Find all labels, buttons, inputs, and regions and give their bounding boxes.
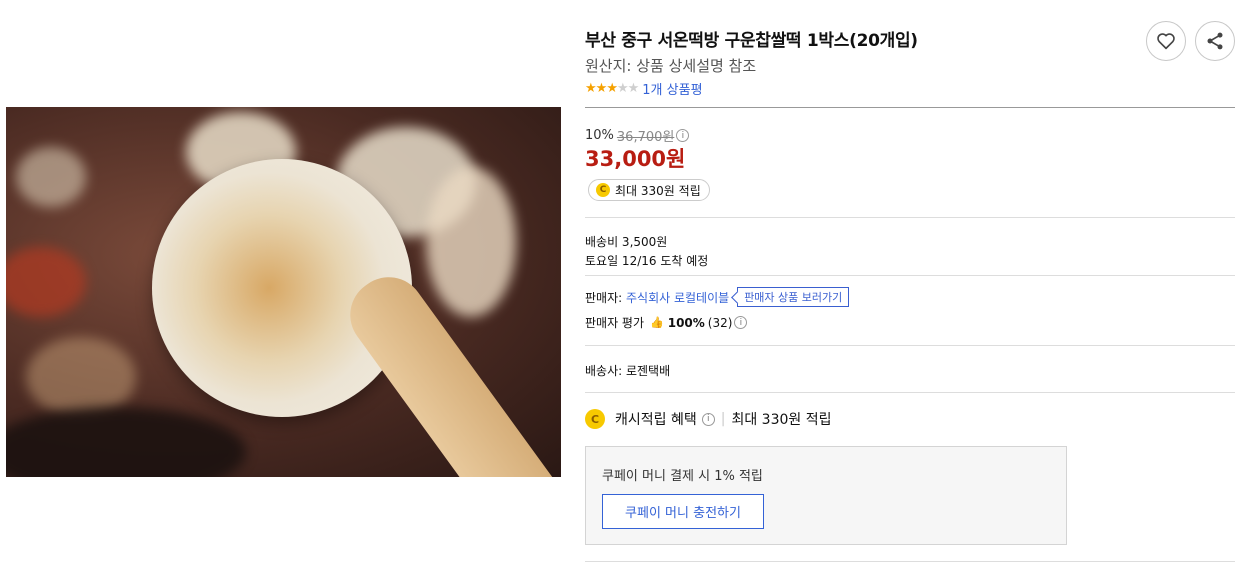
- info-icon[interactable]: i: [734, 316, 748, 329]
- points-text: 최대 330원 적립: [615, 183, 701, 198]
- arrival-date: 토요일 12/16 도착 예정: [585, 254, 709, 268]
- shipping-fee: 배송비 3,500원: [585, 235, 668, 249]
- info-icon[interactable]: i: [701, 412, 715, 426]
- star-empty-icon: ★: [627, 81, 640, 96]
- seller-rating-label: 판매자 평가: [585, 316, 645, 330]
- product-origin: 원산지: 상품 상세설명 참조: [585, 57, 757, 75]
- coupay-text: 쿠페이 머니 결제 시 1% 적립: [602, 469, 763, 484]
- seller-products-button[interactable]: 판매자 상품 보러가기: [737, 287, 850, 307]
- seller-name-link[interactable]: 주식회사 로컬테이블: [626, 289, 729, 306]
- coupay-box: 쿠페이 머니 결제 시 1% 적립 쿠페이 머니 충전하기: [585, 446, 1067, 545]
- coin-icon: C: [585, 409, 605, 429]
- divider: [585, 275, 1235, 276]
- cash-benefit-row: C 캐시적립 혜택 i | 최대 330원 적립: [585, 409, 831, 429]
- discount-rate: 10%: [585, 128, 614, 143]
- divider: [585, 345, 1235, 346]
- star-empty-icon: ★: [616, 81, 629, 96]
- points-badge: C 최대 330원 적립: [588, 179, 710, 201]
- seller-label: 판매자:: [585, 290, 623, 305]
- product-rating: ★★★★★ 1개 상품평: [585, 79, 703, 98]
- carrier: 배송사: 로젠택배: [585, 364, 671, 378]
- wishlist-button[interactable]: [1146, 21, 1186, 61]
- seller-row: 판매자: 주식회사 로컬테이블 판매자 상품 보러가기: [585, 287, 850, 307]
- product-title: 부산 중구 서온떡방 구운찹쌀떡 1박스(20개입): [585, 31, 918, 51]
- seller-rating-count: (32): [707, 315, 733, 330]
- divider: [585, 392, 1235, 393]
- star-icon: ★: [585, 81, 597, 96]
- star-icon: ★: [606, 81, 618, 96]
- share-icon: [1207, 32, 1223, 50]
- coupay-charge-button[interactable]: 쿠페이 머니 충전하기: [602, 494, 764, 529]
- seller-rating-value: 100%: [667, 315, 705, 330]
- coin-icon: C: [596, 183, 610, 197]
- star-icon: ★: [595, 81, 608, 96]
- rating-stars: ★★★★★: [585, 81, 640, 96]
- thumbs-up-icon: 👍: [650, 316, 664, 329]
- review-count-link[interactable]: 1개 상품평: [642, 79, 702, 98]
- sale-price: 33,000원: [585, 147, 686, 171]
- cash-benefit-label: 캐시적립 혜택: [615, 412, 697, 428]
- separator: |: [720, 411, 726, 427]
- divider: [585, 107, 1235, 108]
- heart-icon: [1157, 33, 1175, 50]
- divider: [585, 561, 1235, 562]
- cash-benefit-value: 최대 330원 적립: [731, 412, 832, 428]
- product-image: [6, 107, 561, 477]
- product-info-panel: 부산 중구 서온떡방 구운찹쌀떡 1박스(20개입) 원산지: 상품 상세설명 …: [585, 0, 1235, 563]
- info-icon[interactable]: i: [676, 129, 690, 142]
- share-button[interactable]: [1195, 21, 1235, 61]
- seller-rating-row: 판매자 평가 👍 100% (32) i: [585, 314, 748, 331]
- divider: [585, 217, 1235, 218]
